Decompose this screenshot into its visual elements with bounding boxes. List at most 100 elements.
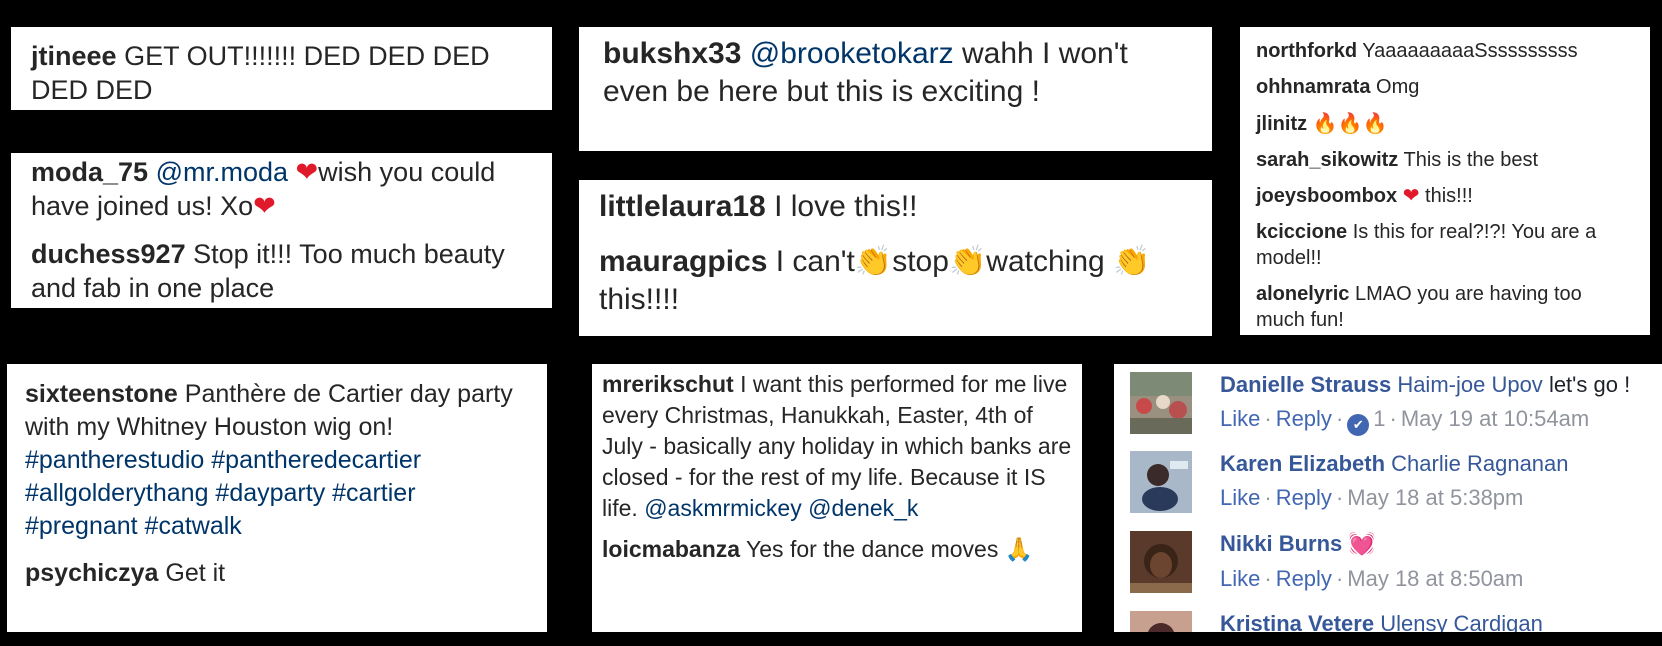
- fb-comment: Karen Elizabeth Charlie Ragnanan Like · Re…: [1130, 443, 1650, 513]
- comment-text: this!!!!: [599, 283, 680, 316]
- heart-icon: ❤: [295, 157, 319, 187]
- username[interactable]: duchess927: [31, 239, 186, 269]
- mention-link[interactable]: @askmrmickey @denek_k: [644, 495, 918, 521]
- fb-comment: Nikki Burns 💓 Like · Reply · May 18 at 8:50a…: [1130, 523, 1650, 593]
- comment-card-moda: moda_75 @mr.moda ❤wish you could have jo…: [11, 153, 552, 308]
- facebook-comments-panel: Danielle Strauss Haim-joe Upov let's go …: [1114, 364, 1662, 632]
- comment-text: stop: [892, 245, 949, 278]
- fb-comment-body: Danielle Strauss Haim-joe Upov let's go …: [1220, 370, 1650, 436]
- username[interactable]: kciccione: [1256, 221, 1347, 243]
- username[interactable]: jtineee: [31, 41, 117, 71]
- username[interactable]: moda_75: [31, 157, 148, 187]
- heart-icon: ❤: [253, 191, 276, 221]
- like-link[interactable]: Like: [1220, 566, 1260, 591]
- comment-text: Get it: [165, 559, 226, 587]
- separator: ·: [1389, 406, 1397, 431]
- separator: ·: [1335, 566, 1344, 591]
- username[interactable]: psychiczya: [25, 559, 158, 587]
- comment-card-sixteenstone: sixteenstone Panthère de Cartier day par…: [7, 364, 547, 632]
- comment: ohhnamrata Omg: [1256, 74, 1634, 100]
- reply-link[interactable]: Reply: [1276, 566, 1332, 591]
- separator: ·: [1264, 566, 1272, 591]
- fb-comment: Kristina Vetere Ulensy Cardigan: [1130, 603, 1650, 632]
- comment: loicmabanza Yes for the dance moves 🙏: [602, 534, 1072, 566]
- comment-text: YaaaaaaaaaSsssssssss: [1362, 40, 1578, 62]
- comment: alonelyric LMAO you are having too much …: [1256, 281, 1634, 333]
- fb-comment-body: Karen Elizabeth Charlie Ragnanan Like · Re…: [1220, 449, 1650, 513]
- comment: bukshx33 @brooketokarz wahh I won't even…: [603, 35, 1188, 111]
- comment-card-jtineee: jtineee GET OUT!!!!!!! DED DED DED DED D…: [11, 27, 552, 110]
- avatar[interactable]: [1130, 531, 1192, 593]
- commenter-name[interactable]: Karen Elizabeth: [1220, 451, 1385, 476]
- clapping-hands-icon: 👏: [1113, 244, 1151, 279]
- username[interactable]: joeysboombox: [1256, 185, 1397, 207]
- comment-card-mrerikschut: mrerikschut I want this performed for me…: [592, 364, 1082, 632]
- clapping-hands-icon: 👏: [854, 244, 893, 279]
- username[interactable]: ohhnamrata: [1256, 76, 1370, 98]
- username[interactable]: alonelyric: [1256, 283, 1349, 305]
- commenter-name[interactable]: Nikki Burns: [1220, 531, 1342, 556]
- username[interactable]: northforkd: [1256, 40, 1357, 62]
- avatar[interactable]: [1130, 611, 1192, 632]
- comment: joeysboombox ❤ this!!!: [1256, 183, 1634, 209]
- username[interactable]: sarah_sikowitz: [1256, 149, 1398, 171]
- timestamp[interactable]: May 19 at 10:54am: [1401, 406, 1589, 431]
- comment: sarah_sikowitz This is the best: [1256, 147, 1634, 173]
- username[interactable]: loicmabanza: [602, 536, 740, 562]
- reply-link[interactable]: Reply: [1276, 485, 1332, 510]
- thumbs-up-icon[interactable]: ✔: [1347, 414, 1370, 436]
- fb-comment: Danielle Strauss Haim-joe Upov let's go …: [1130, 364, 1650, 436]
- separator: ·: [1264, 485, 1272, 510]
- avatar[interactable]: [1130, 372, 1192, 434]
- username[interactable]: jlinitz: [1256, 113, 1307, 135]
- username[interactable]: littlelaura18: [599, 190, 766, 223]
- reply-link[interactable]: Reply: [1276, 406, 1332, 431]
- username[interactable]: sixteenstone: [25, 380, 178, 408]
- comment: littlelaura18 I love this!!: [599, 188, 1192, 226]
- comment: psychiczya Get it: [25, 557, 529, 590]
- comment: mrerikschut I want this performed for me…: [602, 369, 1072, 524]
- timestamp[interactable]: May 18 at 5:38pm: [1347, 485, 1523, 510]
- fb-comment-body: Nikki Burns 💓 Like · Reply · May 18 at 8:50a…: [1220, 529, 1650, 594]
- like-link[interactable]: Like: [1220, 406, 1260, 431]
- comment-card-littlelaura: littlelaura18 I love this!! mauragpics I…: [579, 180, 1212, 336]
- praying-hands-icon: 🙏: [1004, 537, 1034, 563]
- comment: jlinitz 🔥🔥🔥: [1256, 110, 1634, 137]
- username[interactable]: mauragpics: [599, 245, 767, 278]
- username[interactable]: mrerikschut: [602, 371, 734, 397]
- comment-text: Omg: [1376, 76, 1420, 98]
- timestamp[interactable]: May 18 at 8:50am: [1347, 566, 1523, 591]
- comment-text: this!!!: [1425, 185, 1473, 207]
- mention-link[interactable]: @brooketokarz: [750, 37, 954, 70]
- mention-link[interactable]: @mr.moda: [156, 157, 288, 187]
- comment: moda_75 @mr.moda ❤wish you could have jo…: [31, 155, 532, 223]
- comment-text: let's go !: [1548, 372, 1631, 397]
- like-link[interactable]: Like: [1220, 485, 1260, 510]
- comment-text: I can't: [775, 245, 855, 278]
- comment: kciccione Is this for real?!?! You are a…: [1256, 219, 1634, 271]
- fb-comment-body: Kristina Vetere Ulensy Cardigan: [1220, 609, 1650, 632]
- tagged-name[interactable]: Haim-joe Upov: [1397, 372, 1543, 397]
- comment-text: Yes for the dance moves: [746, 536, 999, 562]
- fire-icon: 🔥🔥🔥: [1312, 111, 1388, 135]
- commenter-name[interactable]: Danielle Strauss: [1220, 372, 1391, 397]
- username[interactable]: bukshx33: [603, 37, 741, 70]
- comment: jtineee GET OUT!!!!!!! DED DED DED DED D…: [31, 39, 532, 107]
- comment-text: I love this!!: [774, 190, 918, 223]
- separator: ·: [1335, 485, 1344, 510]
- separator: ·: [1335, 406, 1344, 431]
- comment-card-list: northforkd YaaaaaaaaaSsssssssss ohhnamra…: [1240, 27, 1650, 335]
- heart-icon: ❤: [1402, 185, 1420, 207]
- like-count[interactable]: 1: [1373, 406, 1385, 431]
- heart-icon: 💓: [1348, 532, 1376, 557]
- comment: sixteenstone Panthère de Cartier day par…: [25, 378, 529, 543]
- comment: duchess927 Stop it!!! Too much beauty an…: [31, 237, 532, 305]
- hashtag-links[interactable]: #pantherestudio #pantheredecartier #allg…: [25, 446, 421, 540]
- tagged-name[interactable]: Charlie Ragnanan: [1391, 451, 1568, 476]
- comment-card-bukshx33: bukshx33 @brooketokarz wahh I won't even…: [579, 27, 1212, 151]
- avatar[interactable]: [1130, 451, 1192, 513]
- comment: mauragpics I can't👏stop👏watching 👏this!!…: [599, 243, 1192, 319]
- tagged-name[interactable]: Ulensy Cardigan: [1380, 611, 1543, 632]
- commenter-name[interactable]: Kristina Vetere: [1220, 611, 1374, 632]
- comment: northforkd YaaaaaaaaaSsssssssss: [1256, 38, 1634, 64]
